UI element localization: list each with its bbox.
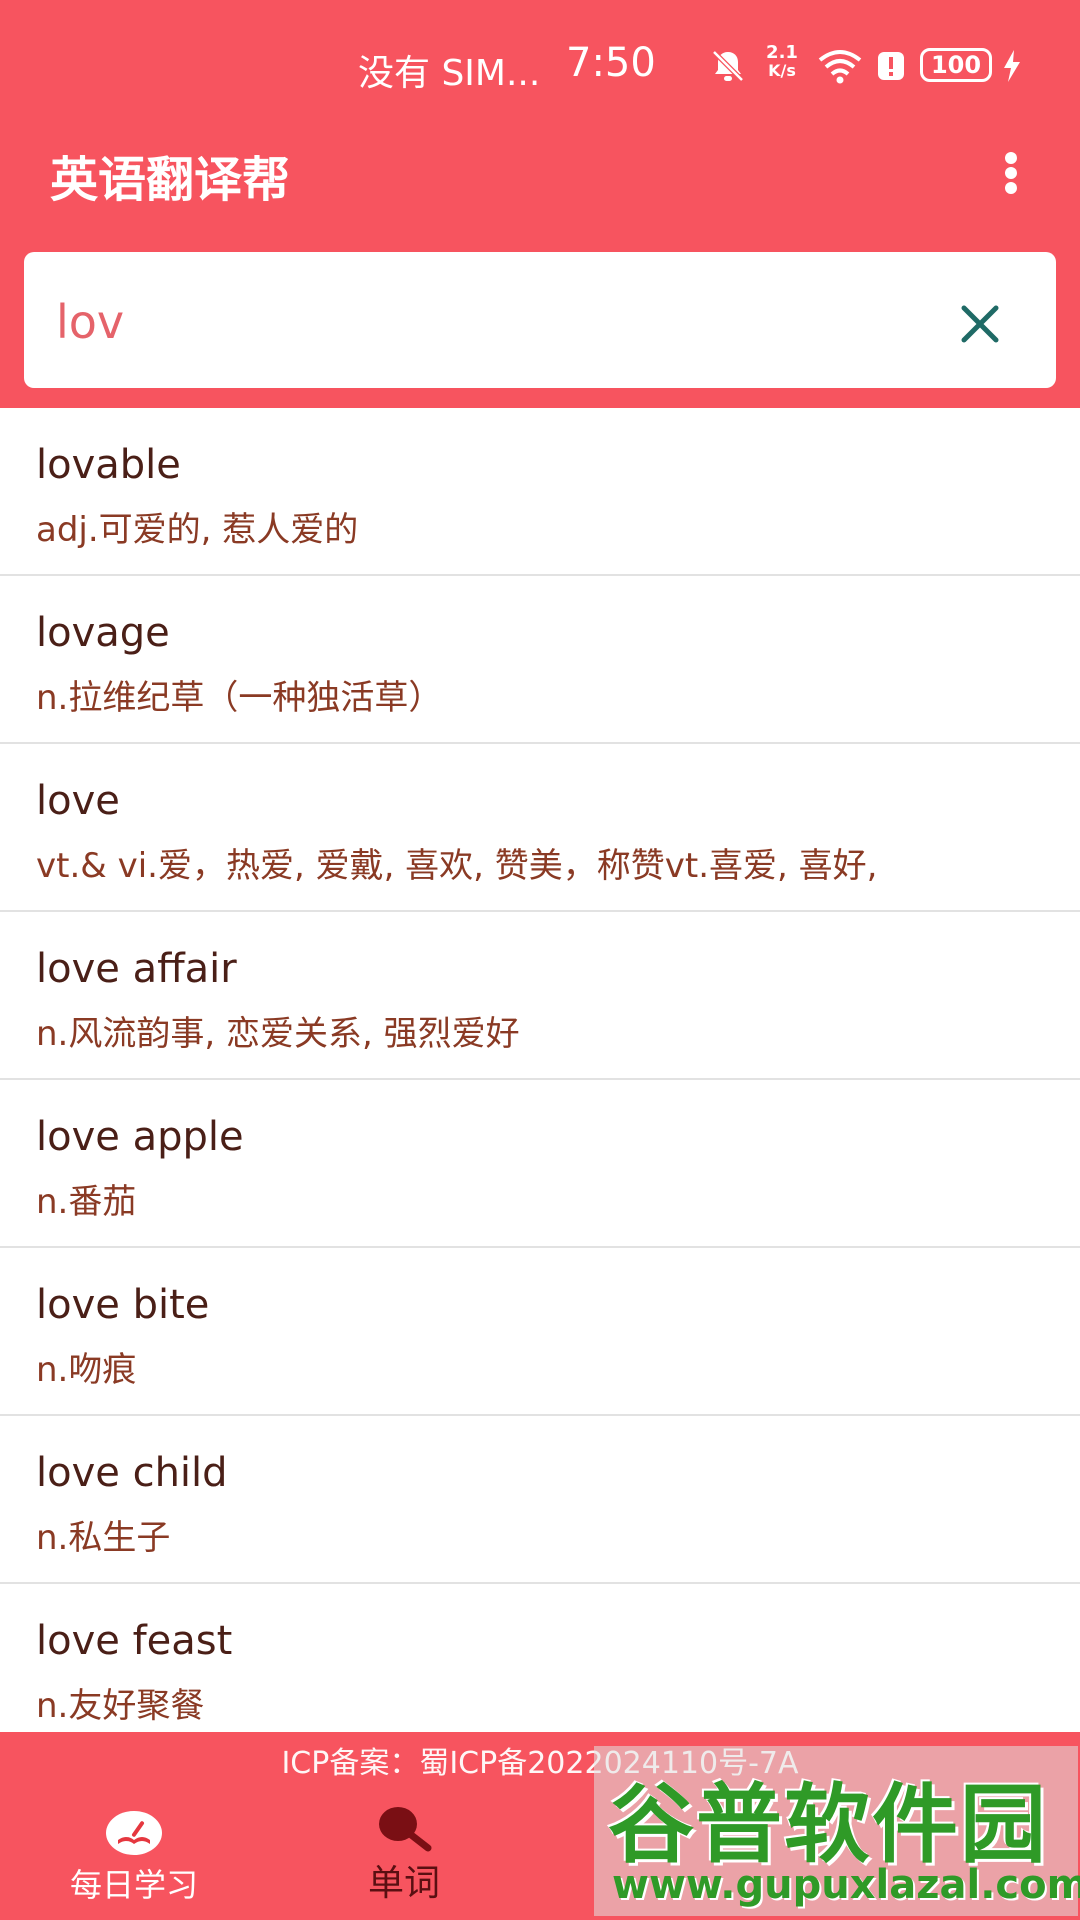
list-item[interactable]: lovage n.拉维纪草（一种独活草） xyxy=(0,576,1080,744)
nav-words[interactable]: 单词 xyxy=(294,1807,514,1910)
word-definition: n.风流韵事, 恋爱关系, 强烈爱好 xyxy=(36,1014,520,1054)
mute-notifications-icon xyxy=(712,50,744,82)
status-bar: 没有 SIM... 7:50 2.1 K/s 100 xyxy=(0,40,1080,94)
battery-level: 100 xyxy=(930,51,982,79)
word-title: lovage xyxy=(36,610,170,656)
search-input[interactable] xyxy=(54,286,938,358)
nav-label: 每日学习 xyxy=(69,1866,198,1904)
word-definition: vt.& vi.爱，热爱, 爱戴, 喜欢, 赞美，称赞vt.喜爱, 喜好, xyxy=(36,846,878,886)
search-bar xyxy=(24,252,1056,388)
word-title: love feast xyxy=(36,1618,233,1664)
wifi-icon xyxy=(818,50,862,84)
network-speed-unit: K/s xyxy=(768,61,796,80)
nav-daily-study[interactable]: 每日学习 xyxy=(24,1810,244,1910)
list-item[interactable]: love affair n.风流韵事, 恋爱关系, 强烈爱好 xyxy=(0,912,1080,1080)
word-title: love affair xyxy=(36,946,237,992)
list-item[interactable]: lovable adj.可爱的, 惹人爱的 xyxy=(0,408,1080,576)
carrier-label: 没有 SIM... xyxy=(358,53,541,94)
list-item[interactable]: love apple n.番茄 xyxy=(0,1080,1080,1248)
word-title: love child xyxy=(36,1450,228,1496)
network-speed-value: 2.1 xyxy=(766,42,798,63)
word-result-list: lovable adj.可爱的, 惹人爱的 lovage n.拉维纪草（一种独活… xyxy=(0,408,1080,1750)
book-icon xyxy=(106,1811,162,1855)
word-title: love apple xyxy=(36,1114,244,1160)
watermark-site-name: 谷普软件园 xyxy=(608,1775,1048,1875)
list-item[interactable]: love child n.私生子 xyxy=(0,1416,1080,1584)
more-options-icon[interactable] xyxy=(996,148,1028,196)
nav-label: 单词 xyxy=(367,1863,440,1904)
word-title: love xyxy=(36,778,120,824)
watermark-url: www.gupuxlazal.com xyxy=(612,1862,1080,1908)
charging-icon xyxy=(1004,50,1020,82)
network-speed: 2.1 K/s xyxy=(760,44,804,80)
app-title: 英语翻译帮 xyxy=(50,152,291,208)
list-item[interactable]: love vt.& vi.爱，热爱, 爱戴, 喜欢, 赞美，称赞vt.喜爱, 喜… xyxy=(0,744,1080,912)
list-item[interactable]: love feast n.友好聚餐 xyxy=(0,1584,1080,1750)
search-icon xyxy=(379,1807,432,1852)
close-icon[interactable] xyxy=(950,294,1010,354)
battery-icon: 100 xyxy=(920,48,992,82)
word-definition: n.私生子 xyxy=(36,1518,171,1558)
word-definition: n.友好聚餐 xyxy=(36,1686,205,1726)
watermark-logo: 谷普软件园 www.gupuxlazal.com xyxy=(594,1746,1080,1916)
word-definition: n.番茄 xyxy=(36,1182,137,1222)
alert-icon xyxy=(878,52,904,80)
word-title: lovable xyxy=(36,442,181,488)
header: 没有 SIM... 7:50 2.1 K/s 100 英语翻译帮 lov xyxy=(0,0,1080,408)
list-item[interactable]: love bite n.吻痕 xyxy=(0,1248,1080,1416)
word-title: love bite xyxy=(36,1282,210,1328)
word-definition: n.拉维纪草（一种独活草） xyxy=(36,678,443,718)
word-definition: adj.可爱的, 惹人爱的 xyxy=(36,510,359,550)
clock: 7:50 xyxy=(566,40,656,86)
word-definition: n.吻痕 xyxy=(36,1350,137,1390)
